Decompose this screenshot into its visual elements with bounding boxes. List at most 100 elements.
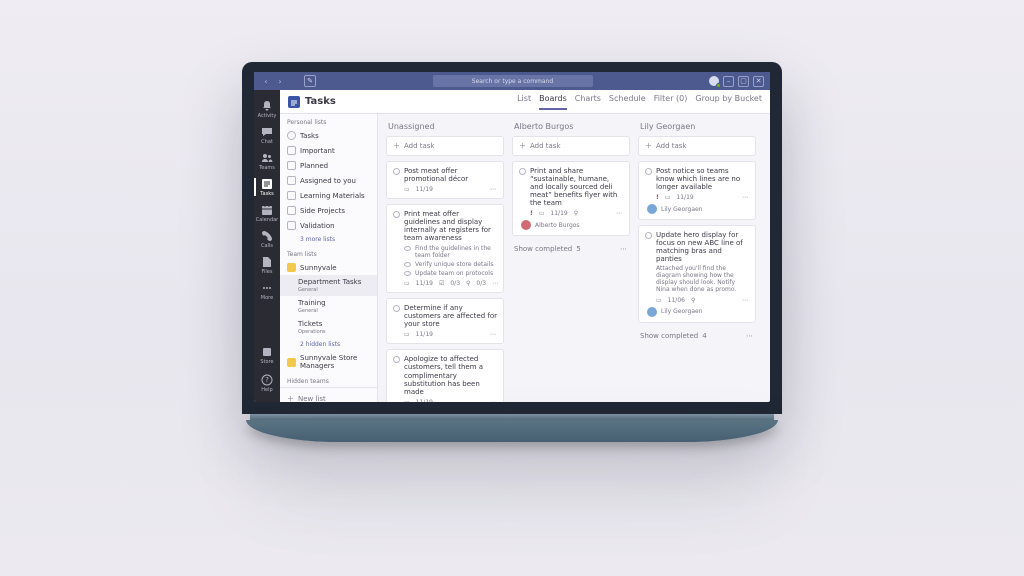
team-name: Sunnyvale Store Managers xyxy=(300,354,370,370)
board-column: Unassigned＋Add taskPost meat offer promo… xyxy=(386,122,504,394)
compose-button[interactable]: ✎ xyxy=(304,75,316,87)
column-more-icon[interactable]: ⋯ xyxy=(746,332,754,340)
more-icon xyxy=(261,282,273,294)
list-icon xyxy=(287,191,296,200)
rail-calls[interactable]: Calls xyxy=(254,226,280,252)
column-more-icon[interactable]: ⋯ xyxy=(620,245,628,253)
hidden-lists-link[interactable]: 2 hidden lists xyxy=(280,338,377,351)
subtask-text: Find the guidelines in the team folder xyxy=(415,245,497,259)
card-more-icon[interactable]: ⋯ xyxy=(490,186,497,193)
rail-label: Files xyxy=(262,269,273,275)
card-more-icon[interactable]: ⋯ xyxy=(490,399,497,402)
channel-sublabel: Operations xyxy=(298,329,326,335)
complete-radio[interactable] xyxy=(645,232,652,239)
rail-label: Tasks xyxy=(260,191,273,197)
due-date: 11/19 xyxy=(416,186,433,193)
titlebar: ‹ › ✎ Search or type a command – ▢ ✕ xyxy=(254,72,770,90)
tab-schedule[interactable]: Schedule xyxy=(609,94,646,110)
subtask[interactable]: Verify unique store details xyxy=(404,261,497,268)
nav-back[interactable]: ‹ xyxy=(260,75,272,87)
rail-chat[interactable]: Chat xyxy=(254,122,280,148)
card-more-icon[interactable]: ⋯ xyxy=(742,297,749,304)
subtask[interactable]: Update team on protocols xyxy=(404,270,497,277)
show-completed-toggle[interactable]: Show completed5⋯ xyxy=(512,241,630,257)
star-icon xyxy=(287,146,296,155)
search-input[interactable]: Search or type a command xyxy=(433,75,593,87)
tab-boards[interactable]: Boards xyxy=(539,94,567,110)
sidebar-item-planned[interactable]: Planned xyxy=(280,158,377,173)
sidebar-item-tasks[interactable]: Tasks xyxy=(280,128,377,143)
due-date: 11/19 xyxy=(416,280,433,287)
sidebar-item-label: Planned xyxy=(300,162,328,170)
task-title: Post notice so teams know which lines ar… xyxy=(656,167,749,191)
team-sunnyvale[interactable]: Sunnyvale xyxy=(280,260,377,275)
window-maximize[interactable]: ▢ xyxy=(738,76,749,87)
tab-list[interactable]: List xyxy=(517,94,531,110)
rail-calendar[interactable]: Calendar xyxy=(254,200,280,226)
sidebar-item-assigned-to-you[interactable]: Assigned to you xyxy=(280,173,377,188)
completed-count: 4 xyxy=(702,332,706,340)
sidebar-channel-department-tasks[interactable]: Department TasksGeneral xyxy=(280,275,377,296)
sidebar-item-side-projects[interactable]: Side Projects xyxy=(280,203,377,218)
rail-help[interactable]: ?Help xyxy=(254,370,280,396)
task-card[interactable]: Print and share “sustainable, humane, an… xyxy=(512,161,630,236)
complete-radio[interactable] xyxy=(393,356,400,363)
complete-radio[interactable] xyxy=(393,168,400,175)
rail-teams[interactable]: Teams xyxy=(254,148,280,174)
window-minimize[interactable]: – xyxy=(723,76,734,87)
task-title: Apologize to affected customers, tell th… xyxy=(404,355,497,395)
task-card[interactable]: Print meat offer guidelines and display … xyxy=(386,204,504,293)
nav-forward[interactable]: › xyxy=(274,75,286,87)
task-card[interactable]: Determine if any customers are affected … xyxy=(386,298,504,344)
rail-activity[interactable]: Activity xyxy=(254,96,280,122)
svg-text:?: ? xyxy=(265,376,269,384)
calendar-icon xyxy=(261,204,273,216)
subtask-radio-icon xyxy=(404,271,411,276)
rail-tasks[interactable]: Tasks xyxy=(254,174,280,200)
subtask[interactable]: Find the guidelines in the team folder xyxy=(404,245,497,259)
sidebar-channel-training[interactable]: TrainingGeneral xyxy=(280,296,377,317)
rail-files[interactable]: Files xyxy=(254,252,280,278)
window-close[interactable]: ✕ xyxy=(753,76,764,87)
sidebar-item-learning-materials[interactable]: Learning Materials xyxy=(280,188,377,203)
task-card[interactable]: Apologize to affected customers, tell th… xyxy=(386,349,504,402)
add-task-button[interactable]: ＋Add task xyxy=(386,136,504,156)
sidebar-item-validation[interactable]: Validation xyxy=(280,218,377,233)
task-desc: Attached you'll find the diagram showing… xyxy=(645,266,749,294)
card-more-icon[interactable]: ⋯ xyxy=(492,280,499,287)
task-meta: !▭11/19⋯ xyxy=(645,194,749,201)
sidebar-channel-tickets[interactable]: TicketsOperations xyxy=(280,317,377,338)
channel-label: Tickets xyxy=(298,320,326,328)
card-more-icon[interactable]: ⋯ xyxy=(490,331,497,338)
new-list-button[interactable]: ＋ New list xyxy=(280,387,377,402)
complete-radio[interactable] xyxy=(393,211,400,218)
task-card[interactable]: Update hero display for focus on new ABC… xyxy=(638,225,756,323)
rail-more[interactable]: More xyxy=(254,278,280,304)
card-more-icon[interactable]: ⋯ xyxy=(742,194,749,201)
card-more-icon[interactable]: ⋯ xyxy=(616,210,623,217)
task-card[interactable]: Post meat offer promotional décor▭11/19⋯ xyxy=(386,161,504,199)
personal-lists-header: Personal lists xyxy=(280,114,377,128)
column-header: Lily Georgaen xyxy=(638,122,756,131)
tab-filter-0-[interactable]: Filter (0) xyxy=(654,94,688,110)
tab-charts[interactable]: Charts xyxy=(575,94,601,110)
more-lists-link[interactable]: 3 more lists xyxy=(280,233,377,246)
profile-avatar[interactable] xyxy=(709,76,719,86)
team-store-managers[interactable]: Sunnyvale Store Managers xyxy=(280,351,377,373)
task-card[interactable]: Post notice so teams know which lines ar… xyxy=(638,161,756,220)
rail-store[interactable]: Store xyxy=(254,342,280,368)
add-task-button[interactable]: ＋Add task xyxy=(512,136,630,156)
complete-radio[interactable] xyxy=(645,168,652,175)
page-title: Tasks xyxy=(305,96,336,107)
priority-icon: ! xyxy=(530,210,533,217)
add-task-button[interactable]: ＋Add task xyxy=(638,136,756,156)
user-icon xyxy=(287,176,296,185)
tab-group-by-bucket[interactable]: Group by Bucket xyxy=(695,94,762,110)
subtask-list: Find the guidelines in the team folder Ve… xyxy=(393,245,497,277)
sidebar-item-important[interactable]: Important xyxy=(280,143,377,158)
complete-radio[interactable] xyxy=(393,305,400,312)
show-completed-toggle[interactable]: Show completed4⋯ xyxy=(638,328,756,344)
due-date: 11/19 xyxy=(676,194,693,201)
assignee-name: Lily Georgaen xyxy=(661,308,703,315)
complete-radio[interactable] xyxy=(519,168,526,175)
